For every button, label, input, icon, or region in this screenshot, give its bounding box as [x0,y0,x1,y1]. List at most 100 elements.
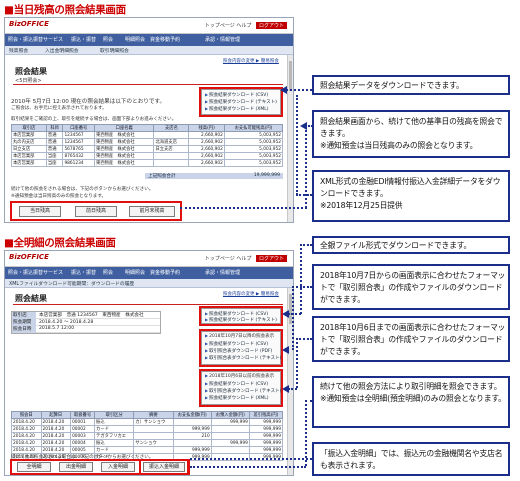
logout-button[interactable]: ログアウト [255,22,287,29]
cell: 東西物産 株式会社 [94,152,155,160]
change-query-link[interactable]: 照会内容の変更 ▶ 簡易照会 [223,291,279,297]
subnav-balance[interactable]: 残高照会 [9,47,28,54]
nav-item-shoukai[interactable]: 照会 [103,36,113,43]
change-query-link[interactable]: 照会内容の変更 ▶ 簡易照会 [223,58,279,64]
cell: 振込 [94,439,135,447]
info-label: 照会期間 [12,319,36,326]
logout-button[interactable]: ログアウト [255,255,287,262]
col-branch-name: 支店名 [153,124,190,132]
total-value: 19,999,999 [253,173,280,178]
cell [210,425,250,433]
nav-item-detail[interactable]: 明細照会 [125,269,145,276]
connector [305,400,307,466]
table-row: 2018.4.20 2018.4.20 00001 振込 カ）サンショウ 999… [11,418,284,426]
title-divider [13,84,283,85]
scroll-thumb[interactable] [289,61,292,91]
cell: 2018.4.20 [11,446,42,454]
nav-item-reservation[interactable]: 資金移動予約 [150,269,180,276]
cell: 00005 [70,446,96,454]
col-holder: 口座名義 [94,124,155,132]
cell: 9861234 [62,159,96,167]
cell: 1234567 [62,138,96,146]
nav-item-inquiry[interactable]: 照会・振込振替サービス [8,36,63,43]
arrow-head [282,346,289,354]
cell: 東西物産 株式会社 [94,138,155,146]
cell: 東西物産 株式会社 [94,131,155,139]
cell: サンショウ [133,439,174,447]
note-xml-text: XML形式の金融EDI情報付振込入金詳細データをダウンロードできます。 ※201… [320,177,501,210]
top-links-text[interactable]: トップページ ヘルプ [205,23,252,29]
info-row: 取引店 本店営業部 普通 1234567 東西物産 株式会社 [12,312,160,319]
note-zengin-text: 全銀ファイル形式でダウンロードできます。 [320,241,472,250]
result-datetime: 2010年 5月7日 12:00 現在の照会結果は以下のとおりです。 [11,99,166,105]
cell: 1234567 [62,131,96,139]
nav-item-inquiry[interactable]: 照会・振込振替サービス [8,269,63,276]
nav-item-shoukai[interactable]: 照会 [103,269,113,276]
today-balance-button[interactable]: 当日残高 [19,206,61,217]
table-row: 2018.4.20 2018.4.20 00005 カード 999,999 99… [11,446,284,454]
cell: 日立支店 [11,145,47,153]
scrollbar[interactable] [287,55,293,222]
cell: 2,660,902 [188,138,225,146]
download-highlight [199,87,283,117]
note-transfer-details: 「振込入金明細」では、振込元の金融機関名や支店名も表示されます。 [312,442,510,476]
withdrawal-details-button[interactable]: 出金明細 [59,462,93,472]
nav-item-reservation[interactable]: 資金移動予約 [150,36,180,43]
nav-item-detail[interactable]: 明細照会 [125,36,145,43]
info-value: 2018.5.7 12:00 [39,326,75,331]
old-format-highlight [199,369,283,407]
cell: 当座 [45,152,64,160]
table-caption: 取引結果をご確認の上、取引を継続する場合は、画面下部よりお進みください。 [11,117,177,122]
top-links-text[interactable]: トップページ ヘルプ [205,256,252,262]
detail-table-header: 照会日 起算日 取扱番号 取引区分 摘要 お支払金額(円) お預入金額(円) 差… [11,411,284,419]
info-row: 照会期間 2018.4.20 〜 2018.4.28 [12,319,160,326]
breadcrumb-text[interactable]: XMLファイルダウンロード可能期間：ダウンロードの履歴 [9,280,134,287]
app-topbar: BizOFFICE トップページ ヘルプ ログアウト [5,251,293,267]
note-old-format-text: 2018年10月6日までの画面表示に合わせたフォーマットで「取引照合表」の作成や… [320,323,506,356]
connector [190,458,312,460]
transfer-deposit-details-button[interactable]: 振込入金明細 [143,462,185,472]
deposit-details-button[interactable]: 入金明細 [101,462,135,472]
connector [296,338,298,388]
table-row: 2018.4.20 2018.4.20 00004 振込 サンショウ 999,9… [11,439,284,447]
table-row: 2018.4.20 2018.4.20 00002 カード 999,999 99… [11,425,284,433]
cell: 999,999 [172,425,212,433]
nav-item-approval[interactable]: 承認・情報管理 [205,36,240,43]
cell [133,446,174,454]
cell: 2018.4.20 [11,432,42,440]
all-details-button[interactable]: 全明細 [17,462,51,472]
subnav-transactions[interactable]: 取引明細照会 [100,47,129,54]
cell [153,152,190,160]
previous-day-balance-button[interactable]: 前日残高 [75,206,117,217]
section-title-current-balance: ■当日残高の照会結果画面 [4,4,126,16]
connector [288,313,301,315]
cell: 本店営業部 [11,159,47,167]
subnav-inout[interactable]: 入出金明細照会 [45,47,79,54]
cell: 2018.4.20 [11,425,42,433]
cell [153,131,190,139]
cell: 999,999 [210,418,250,426]
nav-item-approval[interactable]: 承認・情報管理 [205,269,240,276]
cell: 2018.4.20 [11,418,42,426]
cell: 00003 [70,432,96,440]
table-row: 日立支店 普通 5678765 東西物産 株式会社 日立支店 2,660,902… [11,145,284,153]
previous-month-end-balance-button[interactable]: 前月末残高 [129,206,175,217]
cell: 振込 [94,418,135,426]
top-links[interactable]: トップページ ヘルプ ログアウト [205,255,287,262]
cell: 00002 [70,425,96,433]
total-row: 上記照会合計 19,999,999 [145,173,283,179]
nav-item-transfer[interactable]: 振込・振替 [71,36,96,43]
cell: 210 [172,432,212,440]
nav-item-transfer[interactable]: 振込・振替 [71,269,96,276]
top-links[interactable]: トップページ ヘルプ ログアウト [205,22,287,29]
cell: カード [94,425,135,433]
cell: 東西物産 株式会社 [94,159,155,167]
cell: 普通 [45,131,64,139]
title-divider [13,304,283,305]
page-subtitle: <5日照会> [15,78,42,84]
section-title-all-details: ■全明細の照会結果画面 [4,237,116,249]
cell: 999,999 [248,439,284,447]
detail-result-screenshot: BizOFFICE トップページ ヘルプ ログアウト 照会・振込振替サービス 振… [4,250,294,476]
note-zengin: 全銀ファイル形式でダウンロードできます。 [312,236,510,254]
cell: 2018.4.20 [11,439,42,447]
